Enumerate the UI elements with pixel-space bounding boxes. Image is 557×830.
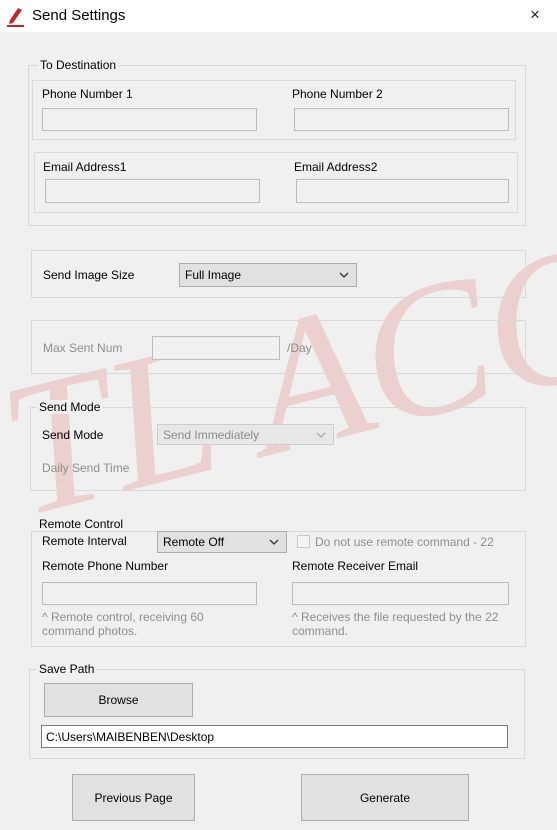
email2-input[interactable] <box>296 179 509 203</box>
chevron-down-icon <box>316 432 326 438</box>
phone1-label: Phone Number 1 <box>42 87 133 101</box>
send-mode-group <box>30 407 526 491</box>
daily-send-time-label: Daily Send Time <box>42 461 130 475</box>
remote-command-checkbox-label: Do not use remote command - 22 <box>315 535 494 549</box>
email1-label: Email Address1 <box>43 160 127 174</box>
red-pen-icon <box>7 8 24 27</box>
destination-legend: To Destination <box>38 58 119 72</box>
phone2-input[interactable] <box>294 108 509 131</box>
phone2-label: Phone Number 2 <box>292 87 383 101</box>
remote-interval-value: Remote Off <box>163 535 225 549</box>
remote-email-input[interactable] <box>292 582 509 605</box>
remote-phone-hint: ^ Remote control, receiving 60 command p… <box>42 610 204 638</box>
image-size-select[interactable]: Full Image <box>179 263 357 287</box>
close-icon[interactable]: × <box>530 5 540 25</box>
window-title: Send Settings <box>32 7 126 24</box>
remote-interval-select[interactable]: Remote Off <box>157 531 287 553</box>
remote-email-label: Remote Receiver Email <box>292 559 419 573</box>
save-path-input[interactable] <box>41 725 508 748</box>
phone1-input[interactable] <box>42 108 257 131</box>
browse-button[interactable]: Browse <box>44 683 193 717</box>
remote-control-legend: Remote Control <box>37 517 126 531</box>
send-mode-value: Send Immediately <box>163 428 260 442</box>
per-day-label: /Day <box>287 341 312 355</box>
send-mode-legend: Send Mode <box>37 400 103 414</box>
email1-input[interactable] <box>45 179 260 203</box>
send-mode-label: Send Mode <box>42 428 104 442</box>
chevron-down-icon <box>269 539 279 545</box>
save-path-legend: Save Path <box>37 662 97 676</box>
remote-phone-label: Remote Phone Number <box>42 559 169 573</box>
max-sent-label: Max Sent Num <box>43 341 123 355</box>
generate-button[interactable]: Generate <box>301 774 469 821</box>
send-mode-select[interactable]: Send Immediately <box>157 424 334 445</box>
image-size-value: Full Image <box>185 268 242 282</box>
email2-label: Email Address2 <box>294 160 378 174</box>
remote-command-checkbox[interactable] <box>297 535 310 548</box>
remote-interval-label: Remote Interval <box>42 534 127 548</box>
chevron-down-icon <box>339 272 349 278</box>
remote-email-hint: ^ Receives the file requested by the 22 … <box>292 610 499 638</box>
previous-page-button[interactable]: Previous Page <box>72 774 195 821</box>
remote-phone-input[interactable] <box>42 582 257 605</box>
image-size-label: Send Image Size <box>43 268 135 282</box>
max-sent-input[interactable] <box>152 336 280 360</box>
